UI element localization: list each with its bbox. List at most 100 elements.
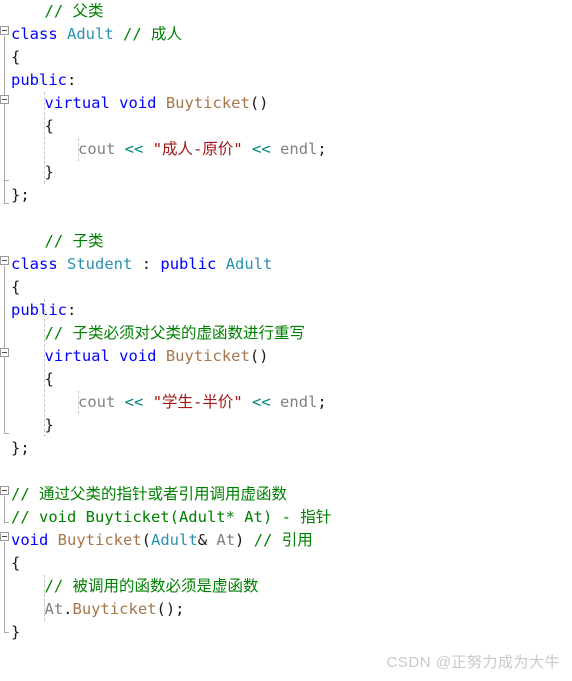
code-line-18[interactable]: cout << "学生-半价" << endl; [78,391,327,414]
token-func: Buyticket [165,94,250,112]
code-line-24[interactable]: void Buyticket(Adult& At) // 引用 [11,529,313,552]
token-func: Buyticket [72,600,157,618]
token-comment: // 父类 [44,2,104,20]
token-brace: } [11,439,21,457]
token-keyword: public [11,301,67,319]
token-keyword: public [11,71,67,89]
token-keyword: class [11,25,58,43]
token-type: Adult [225,255,273,273]
token-punct: () [249,94,269,112]
code-line-23[interactable]: // void Buyticket(Adult* At) - 指针 [11,506,331,529]
code-line-4[interactable]: public: [11,69,76,92]
token-type: Adult [67,25,114,43]
fold-student-buyticket-toggle[interactable] [0,348,9,357]
code-line-20[interactable]: }; [11,437,30,460]
code-line-16[interactable]: virtual void Buyticket() [45,345,269,368]
fold-gutter[interactable] [0,0,11,681]
fold-comment-block-toggle[interactable] [0,486,9,495]
token-op: << [252,140,271,158]
token-plain: cout [78,393,116,411]
fold-class-student-toggle[interactable] [0,256,9,265]
fold-adult-buyticket-toggle[interactable] [0,95,9,104]
token-func: Buyticket [57,531,142,549]
indent-guide-1 [44,92,45,184]
code-line-27[interactable]: At.Buyticket(); [45,598,185,621]
indent-guide-3 [44,299,45,437]
token-punct: & [197,531,208,549]
code-line-17[interactable]: { [45,368,54,391]
code-line-15[interactable]: // 子类必须对父类的虚函数进行重写 [45,322,306,345]
token-brace: { [11,48,21,66]
token-punct: ; [20,186,30,204]
token-comment: // 通过父类的指针或者引用调用虚函数 [11,485,287,503]
fold-class-adult-toggle[interactable] [0,26,9,35]
token-plain: endl [280,140,318,158]
code-line-9[interactable]: }; [11,184,30,207]
token-punct: : [67,71,77,89]
code-line-3[interactable]: { [11,46,20,69]
indent-guide-4 [78,391,79,414]
fold-comment-block-span [4,496,5,522]
token-brace: { [11,554,21,572]
code-line-2[interactable]: class Adult // 成人 [11,23,182,46]
token-op: << [252,393,271,411]
token-brace: } [11,186,21,204]
code-line-8[interactable]: } [45,161,54,184]
csdn-watermark: CSDN @正努力成为大牛 [386,654,560,671]
token-punct: () [249,347,269,365]
token-punct: (); [156,600,185,618]
code-line-22[interactable]: // 通过父类的指针或者引用调用虚函数 [11,483,287,506]
token-func: Buyticket [165,347,250,365]
code-line-28[interactable]: } [11,621,20,644]
fold-student-buyticket-end [4,433,9,434]
token-punct: ( [141,531,152,549]
token-punct: . [63,600,73,618]
token-comment: // 被调用的函数必须是虚函数 [44,577,259,595]
token-string: "学生-半价" [152,393,243,411]
token-punct: ; [317,140,327,158]
code-editor[interactable]: // 父类 class Adult // 成人{public: virtual vo… [0,0,572,681]
token-op: << [124,393,144,411]
code-line-13[interactable]: { [11,276,20,299]
fold-adult-buyticket-end [4,180,9,181]
token-keyword: virtual void [44,347,157,365]
code-line-6[interactable]: { [45,115,54,138]
token-keyword: class [11,255,58,273]
code-line-1[interactable]: // 父类 [45,0,104,23]
token-punct: ; [317,393,327,411]
fold-global-buyticket-toggle[interactable] [0,532,9,541]
code-line-5[interactable]: virtual void Buyticket() [45,92,269,115]
token-comment: // void Buyticket(Adult* At) - 指针 [11,508,332,526]
indent-guide-2 [78,138,79,161]
code-line-19[interactable]: } [45,414,54,437]
token-type: Student [67,255,133,273]
code-line-12[interactable]: class Student : public Adult [11,253,272,276]
fold-comment-block-end [4,522,9,523]
fold-global-buyticket-span [4,542,5,632]
token-brace: { [44,117,54,135]
token-keyword: public [160,255,217,273]
code-line-7[interactable]: cout << "成人-原价" << endl; [78,138,327,161]
token-type: Adult [151,531,198,549]
token-op: << [124,140,144,158]
code-line-26[interactable]: // 被调用的函数必须是虚函数 [45,575,259,598]
token-punct: ; [20,439,30,457]
code-line-25[interactable]: { [11,552,20,575]
token-comment: // 子类必须对父类的虚函数进行重写 [44,324,306,342]
token-comment: // 成人 [123,25,183,43]
code-line-11[interactable]: // 子类 [45,230,104,253]
token-brace: { [44,370,54,388]
token-brace: } [11,623,21,641]
